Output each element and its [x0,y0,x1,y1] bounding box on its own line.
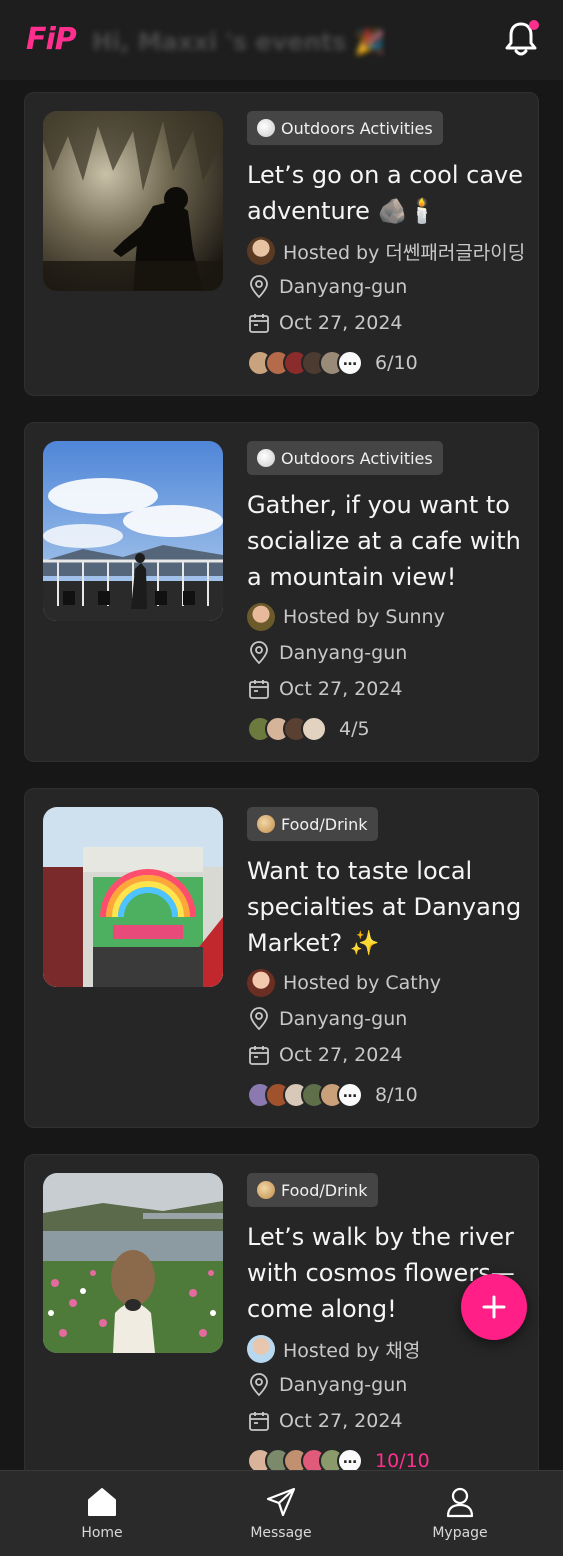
host-avatar [247,237,275,265]
event-card[interactable]: Outdoors Activities Gather, if you want … [24,422,539,762]
host-label: Hosted by Cathy [283,972,442,994]
create-event-button[interactable] [461,1274,527,1340]
event-host: Hosted by Sunny [247,603,532,631]
location-pin-icon [250,1007,268,1031]
host-avatar [247,969,275,997]
event-title[interactable]: Gather, if you want to socialize at a ca… [247,487,532,595]
participant-count: 6/10 [375,352,418,374]
category-badge[interactable]: Outdoors Activities [247,111,443,145]
event-thumbnail [43,807,223,987]
category-label: Outdoors Activities [281,448,433,468]
calendar-icon [249,680,269,699]
user-icon [446,1487,474,1518]
participant-count: 8/10 [375,1084,418,1106]
event-location: Danyang-gun [247,273,532,301]
more-participants-icon[interactable]: … [337,350,363,376]
participant-count: 4/5 [339,718,370,740]
nav-message-label: Message [250,1525,312,1541]
event-date: Oct 27, 2024 [247,309,532,337]
nav-home-label: Home [81,1525,123,1541]
participants[interactable]: … 6/10 [247,349,532,377]
event-date: Oct 27, 2024 [247,1407,532,1435]
category-badge[interactable]: Food/Drink [247,1173,378,1207]
bread-icon [257,815,275,833]
event-feed[interactable]: Outdoors Activities Let’s go on a cool c… [0,80,563,1470]
event-date: Oct 27, 2024 [247,1041,532,1069]
calendar-icon [249,314,269,333]
nav-message[interactable]: Message [221,1485,341,1541]
event-title[interactable]: Want to taste local specialties at Danya… [247,853,532,961]
bread-icon [257,1181,275,1199]
host-label: Hosted by Sunny [283,606,445,628]
event-title[interactable]: Let’s go on a cool cave adventure 🪨🕯️ [247,157,532,229]
date-label: Oct 27, 2024 [279,1410,403,1432]
date-label: Oct 27, 2024 [279,312,403,334]
category-badge[interactable]: Food/Drink [247,807,378,841]
host-avatar [247,1335,275,1363]
location-label: Danyang-gun [279,1008,408,1030]
event-card[interactable]: Outdoors Activities Let’s go on a cool c… [24,92,539,396]
plus-icon [482,1295,506,1319]
nav-mypage[interactable]: Mypage [400,1485,520,1541]
participants[interactable]: 4/5 [247,715,532,743]
baseball-icon [257,119,275,137]
location-pin-icon [250,641,268,665]
nav-mypage-label: Mypage [432,1525,488,1541]
event-host: Hosted by 더쎈패러글라이딩 [247,237,532,265]
more-participants-icon[interactable]: … [337,1082,363,1108]
location-pin-icon [250,275,268,299]
event-location: Danyang-gun [247,1005,532,1033]
category-label: Food/Drink [281,814,368,834]
calendar-icon [249,1046,269,1065]
event-thumbnail [43,441,223,621]
event-thumbnail [43,1173,223,1353]
date-label: Oct 27, 2024 [279,678,403,700]
location-pin-icon [250,1373,268,1397]
participant-count: 10/10 [375,1450,430,1470]
host-label: Hosted by 채영 [283,1339,421,1362]
participant-avatar [301,716,327,742]
participants[interactable]: … 10/10 [247,1447,532,1470]
host-label: Hosted by 더쎈패러글라이딩 [283,241,526,264]
date-label: Oct 27, 2024 [279,1044,403,1066]
location-label: Danyang-gun [279,1374,408,1396]
app-logo[interactable]: FiP [26,22,77,57]
more-participants-icon[interactable]: … [337,1448,363,1470]
category-label: Food/Drink [281,1180,368,1200]
event-date: Oct 27, 2024 [247,675,532,703]
event-host: Hosted by Cathy [247,969,532,997]
location-label: Danyang-gun [279,276,408,298]
host-avatar [247,603,275,631]
category-badge[interactable]: Outdoors Activities [247,441,443,475]
bottom-navigation: Home Message Mypage [0,1470,563,1556]
calendar-icon [249,1412,269,1431]
event-thumbnail [43,111,223,291]
nav-home[interactable]: Home [42,1485,162,1541]
home-icon [88,1488,116,1516]
notification-dot [529,20,539,30]
baseball-icon [257,449,275,467]
location-label: Danyang-gun [279,642,408,664]
event-location: Danyang-gun [247,1371,532,1399]
event-location: Danyang-gun [247,639,532,667]
event-card[interactable]: Food/Drink Want to taste local specialti… [24,788,539,1128]
paper-plane-icon [266,1487,296,1517]
top-bar: FiP Hi, Maxxi 's events 🎉 [0,0,563,80]
category-label: Outdoors Activities [281,118,433,138]
participants[interactable]: … 8/10 [247,1081,532,1109]
page-title: Hi, Maxxi 's events 🎉 [92,28,385,56]
